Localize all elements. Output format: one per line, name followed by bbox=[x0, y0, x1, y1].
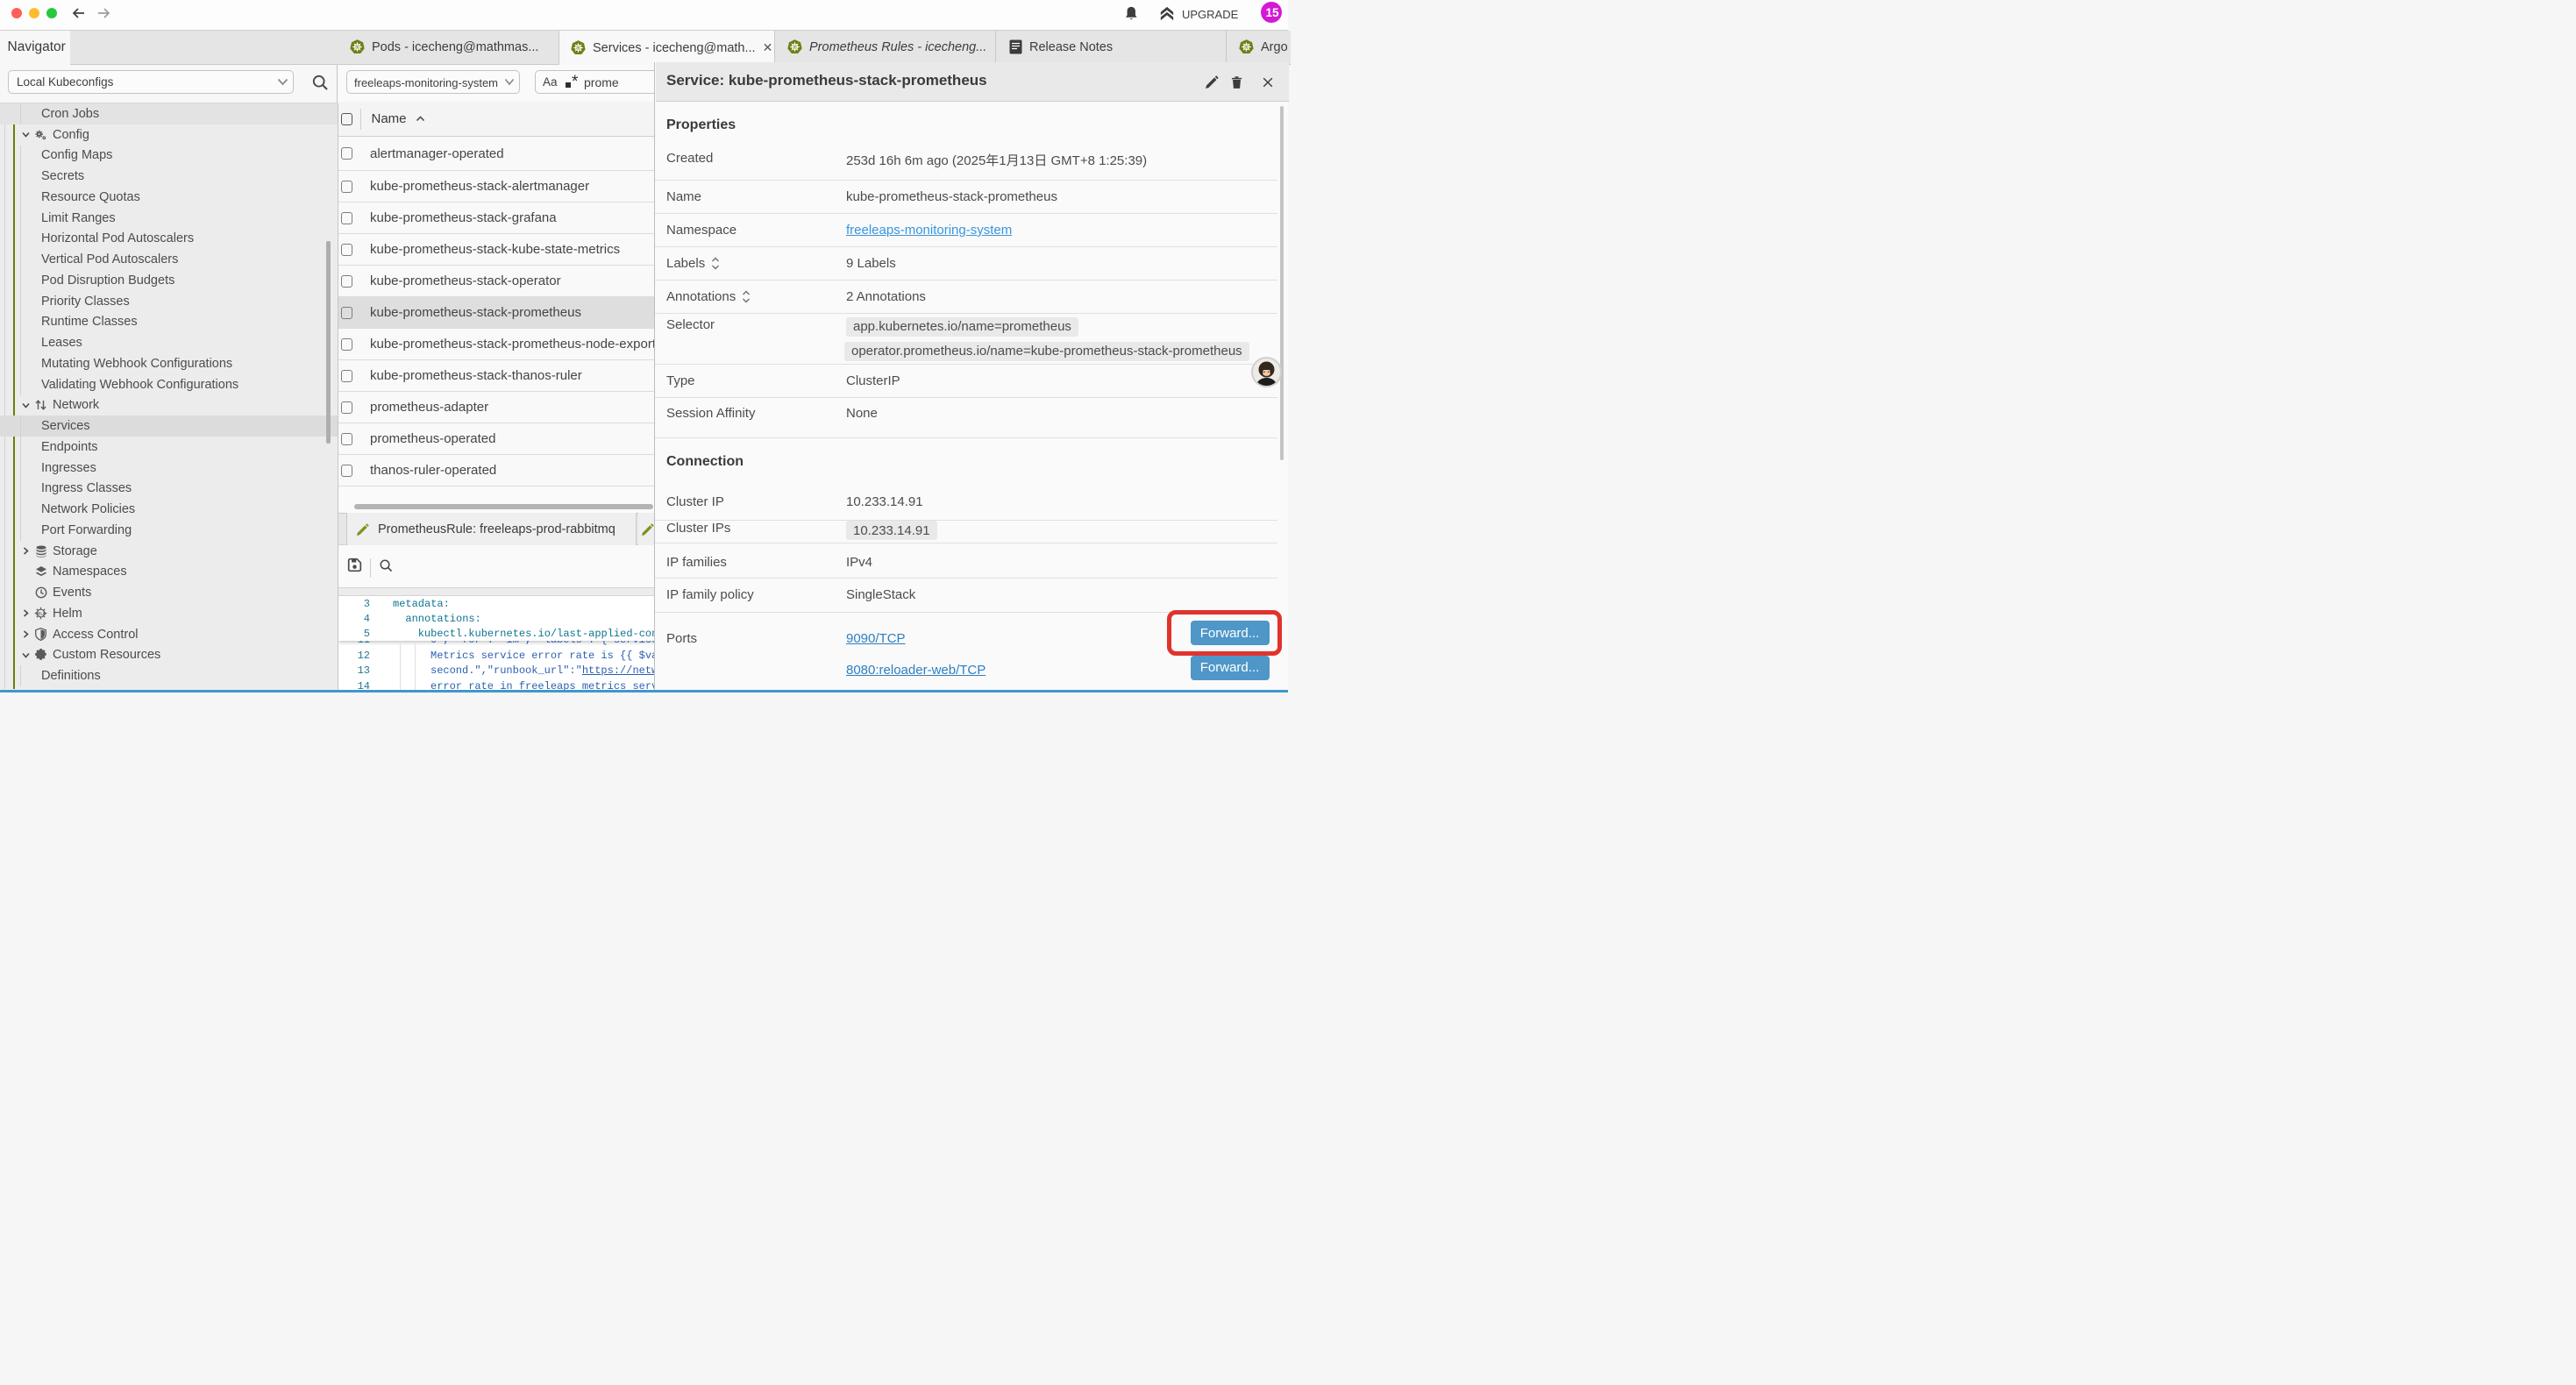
svg-text:HELM: HELM bbox=[36, 612, 46, 616]
